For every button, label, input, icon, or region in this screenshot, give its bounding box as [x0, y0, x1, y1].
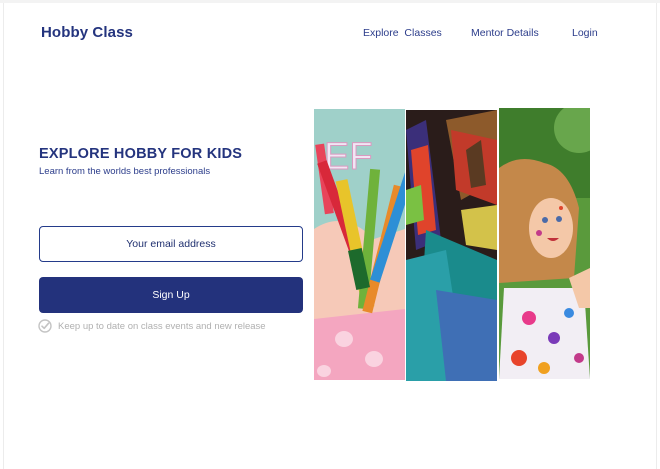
svg-text:EF: EF: [324, 136, 373, 178]
check-circle-icon: [38, 319, 52, 333]
nav-link-login[interactable]: Login: [572, 27, 598, 39]
crayons-photo: EF: [314, 109, 405, 380]
nav-link-explore-classes[interactable]: Explore Classes: [363, 27, 442, 39]
paint-brushes-photo: [406, 110, 497, 381]
hero-image-gallery: EF: [314, 108, 590, 382]
newsletter-note-text: Keep up to date on class events and new …: [58, 320, 266, 332]
hero-subtitle: Learn from the worlds best professionals: [39, 166, 211, 177]
hero-title: EXPLORE HOBBY FOR KIDS: [39, 146, 243, 162]
brand-logo[interactable]: Hobby Class: [41, 24, 133, 41]
child-painting-photo: [499, 108, 590, 379]
nav-link-mentor-details[interactable]: Mentor Details: [471, 27, 539, 39]
navbar: Hobby Class Explore Classes Mentor Detai…: [0, 0, 660, 66]
email-input[interactable]: [39, 226, 303, 262]
sign-up-button[interactable]: Sign Up: [39, 277, 303, 313]
newsletter-note: Keep up to date on class events and new …: [38, 318, 266, 334]
